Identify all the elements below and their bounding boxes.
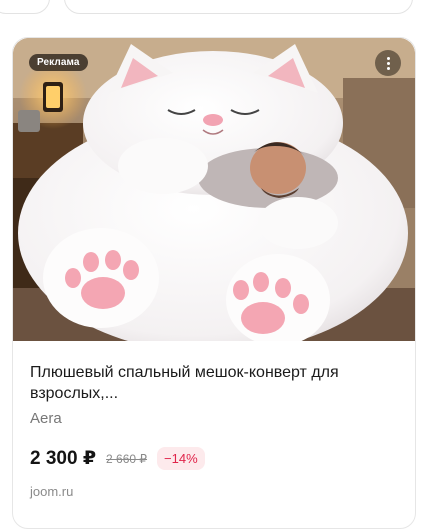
product-title[interactable]: Плюшевый спальный мешок-конверт для взро… <box>30 362 400 404</box>
discount-badge: −14% <box>157 447 205 470</box>
product-brand: Aera <box>30 410 62 427</box>
price-row: 2 300 ₽ 2 660 ₽ −14% <box>30 447 205 470</box>
product-info: Плюшевый спальный мешок-конверт для взро… <box>30 362 400 427</box>
current-price: 2 300 ₽ <box>30 448 97 469</box>
ad-badge: Реклама <box>29 54 88 71</box>
product-image[interactable]: Реклама <box>13 38 415 341</box>
store-domain[interactable]: joom.ru <box>30 484 73 499</box>
product-photo-illustration <box>13 38 415 341</box>
more-options-icon <box>386 56 390 70</box>
top-filter-chip-right[interactable] <box>64 0 413 14</box>
more-options-button[interactable] <box>375 50 401 76</box>
top-filter-chip-left[interactable] <box>0 0 50 14</box>
old-price: 2 660 ₽ <box>106 451 148 466</box>
product-card[interactable]: Реклама Плюшевый спальный мешок-конверт … <box>12 37 416 529</box>
